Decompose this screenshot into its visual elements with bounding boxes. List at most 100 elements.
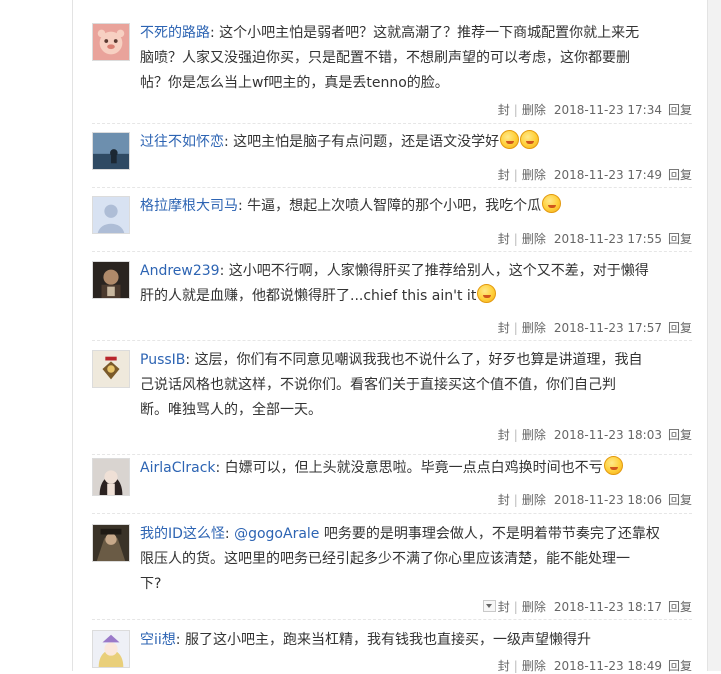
block-link[interactable]: 封 bbox=[498, 598, 510, 615]
reply-list: 不死的路路: 这个小吧主怕是弱者吧？这就高潮了？推荐一下商城配置你就上来无 脑喷… bbox=[72, 0, 708, 674]
delete-link[interactable]: 删除 bbox=[522, 319, 546, 336]
divider: | bbox=[513, 232, 518, 246]
delete-link[interactable]: 删除 bbox=[522, 657, 546, 674]
block-link[interactable]: 封 bbox=[498, 491, 510, 508]
list-item: 格拉摩根大司马: 牛逼，想起上次喷人智障的那个小吧，我吃个瓜 封 | 删除 2018-… bbox=[92, 194, 692, 252]
laugh-emoji-icon bbox=[500, 130, 520, 149]
colon: : bbox=[238, 198, 243, 214]
reply-meta: 封 | 删除 2018-11-23 17:49 回复 bbox=[498, 166, 692, 183]
delete-link[interactable]: 删除 bbox=[522, 426, 546, 443]
timestamp: 2018-11-23 17:57 bbox=[553, 321, 662, 335]
grin-emoji-icon bbox=[477, 284, 497, 303]
reply-text: 限压人的货。这吧里的吧务已经引起多少不满了你心里应该清楚，能不能处理一 bbox=[140, 551, 630, 567]
username-link[interactable]: 空ii想 bbox=[140, 632, 176, 648]
reply-meta: 封 | 删除 2018-11-23 18:17 回复 bbox=[482, 598, 692, 615]
reply-text: 这层，你们有不同意见嘲讽我我也不说什么了，好歹也算是讲道理，我自 bbox=[194, 352, 643, 368]
list-item: 过往不如怀恋: 这吧主怕是脑子有点问题，还是语文没学好 封 | 删除 2018-11-… bbox=[92, 130, 692, 188]
avatar[interactable] bbox=[92, 196, 130, 234]
reply-content: PussIB: 这层，你们有不同意见嘲讽我我也不说什么了，好歹也算是讲道理，我自… bbox=[140, 348, 692, 423]
reply-text: 下? bbox=[140, 576, 162, 592]
reply-text: 己说话风格也就这样，不说你们。看客们关于直接买这个值不值，你们自己判 bbox=[140, 377, 616, 393]
chevron-down-icon[interactable] bbox=[482, 600, 496, 612]
reply-text: 脑喷？人家又没强迫你买，只是配置不错，不想刷声望的可以考虑，这你都要删 bbox=[140, 50, 630, 66]
avatar[interactable] bbox=[92, 350, 130, 388]
reply-content: 我的ID这么怪: @gogoArale 吧务要的是明事理会做人，不是明着带节奏完… bbox=[140, 522, 692, 597]
divider: | bbox=[513, 321, 518, 335]
colon: : bbox=[210, 25, 215, 41]
list-item: Andrew239: 这小吧不行啊，人家懒得肝买了推荐给别人，这个又不差，对于懒… bbox=[92, 261, 692, 341]
divider: | bbox=[513, 168, 518, 182]
username-link[interactable]: 过往不如怀恋 bbox=[140, 134, 224, 150]
colon: : bbox=[224, 134, 229, 150]
timestamp: 2018-11-23 17:34 bbox=[553, 103, 662, 117]
reply-button[interactable]: 回复 bbox=[668, 230, 692, 247]
reply-text: 牛逼，想起上次喷人智障的那个小吧，我吃个瓜 bbox=[247, 198, 542, 214]
list-item: AirlaClrack: 白嫖可以，但上头就没意思啦。毕竟一点点白鸡换时间也不亏… bbox=[92, 456, 692, 514]
delete-link[interactable]: 删除 bbox=[522, 166, 546, 183]
username-link[interactable]: 格拉摩根大司马 bbox=[140, 198, 238, 214]
divider: | bbox=[513, 428, 518, 442]
list-item: 我的ID这么怪: @gogoArale 吧务要的是明事理会做人，不是明着带节奏完… bbox=[92, 524, 692, 620]
username-link[interactable]: PussIB bbox=[140, 352, 185, 368]
reply-meta: 封 | 删除 2018-11-23 17:55 回复 bbox=[498, 230, 692, 247]
reply-text: 断。唯独骂人的，全部一天。 bbox=[140, 402, 322, 418]
reply-content: 不死的路路: 这个小吧主怕是弱者吧？这就高潮了？推荐一下商城配置你就上来无 脑喷… bbox=[140, 21, 692, 96]
reply-button[interactable]: 回复 bbox=[668, 319, 692, 336]
reply-meta: 封 | 删除 2018-11-23 18:03 回复 bbox=[498, 426, 692, 443]
reply-button[interactable]: 回复 bbox=[668, 598, 692, 615]
reply-content: AirlaClrack: 白嫖可以，但上头就没意思啦。毕竟一点点白鸡换时间也不亏 bbox=[140, 456, 692, 481]
timestamp: 2018-11-23 18:06 bbox=[553, 493, 662, 507]
avatar[interactable] bbox=[92, 630, 130, 668]
avatar[interactable] bbox=[92, 261, 130, 299]
reply-button[interactable]: 回复 bbox=[668, 426, 692, 443]
block-link[interactable]: 封 bbox=[498, 101, 510, 118]
reply-text: 这吧主怕是脑子有点问题，还是语文没学好 bbox=[233, 134, 500, 150]
laugh-emoji-icon bbox=[520, 130, 540, 149]
list-item: 空ii想: 服了这小吧主，跑来当杠精，我有钱我也直接买，一级声望懒得升 封 | 删除… bbox=[92, 628, 692, 674]
laugh-emoji-icon bbox=[542, 194, 562, 213]
reply-text: 这个小吧主怕是弱者吧？这就高潮了？推荐一下商城配置你就上来无 bbox=[219, 25, 640, 41]
timestamp: 2018-11-23 18:17 bbox=[553, 600, 662, 614]
reply-button[interactable]: 回复 bbox=[668, 491, 692, 508]
mention-link[interactable]: @gogoArale bbox=[234, 526, 319, 542]
timestamp: 2018-11-23 18:03 bbox=[553, 428, 662, 442]
reply-button[interactable]: 回复 bbox=[668, 101, 692, 118]
divider: | bbox=[513, 493, 518, 507]
reply-button[interactable]: 回复 bbox=[668, 657, 692, 674]
tongue-emoji-icon bbox=[603, 456, 623, 475]
block-link[interactable]: 封 bbox=[498, 166, 510, 183]
reply-content: Andrew239: 这小吧不行啊，人家懒得肝买了推荐给别人，这个又不差，对于懒… bbox=[140, 259, 692, 309]
colon: : bbox=[224, 526, 230, 542]
reply-meta: 封 | 删除 2018-11-23 17:34 回复 bbox=[498, 101, 692, 118]
username-link[interactable]: 我的ID这么怪 bbox=[140, 526, 225, 542]
reply-text: 白嫖可以，但上头就没意思啦。毕竟一点点白鸡换时间也不亏 bbox=[224, 460, 603, 476]
avatar[interactable] bbox=[92, 458, 130, 496]
block-link[interactable]: 封 bbox=[498, 230, 510, 247]
reply-button[interactable]: 回复 bbox=[668, 166, 692, 183]
reply-content: 空ii想: 服了这小吧主，跑来当杠精，我有钱我也直接买，一级声望懒得升 bbox=[140, 628, 692, 653]
reply-text: 服了这小吧主，跑来当杠精，我有钱我也直接买，一级声望懒得升 bbox=[184, 632, 591, 648]
delete-link[interactable]: 删除 bbox=[522, 101, 546, 118]
avatar[interactable] bbox=[92, 132, 130, 170]
timestamp: 2018-11-23 17:55 bbox=[553, 232, 662, 246]
block-link[interactable]: 封 bbox=[498, 319, 510, 336]
reply-meta: 封 | 删除 2018-11-23 18:49 回复 bbox=[498, 657, 692, 674]
page: 不死的路路: 这个小吧主怕是弱者吧？这就高潮了？推荐一下商城配置你就上来无 脑喷… bbox=[0, 0, 721, 674]
delete-link[interactable]: 删除 bbox=[522, 598, 546, 615]
divider: | bbox=[513, 600, 518, 614]
delete-link[interactable]: 删除 bbox=[522, 230, 546, 247]
reply-meta: 封 | 删除 2018-11-23 17:57 回复 bbox=[498, 319, 692, 336]
block-link[interactable]: 封 bbox=[498, 426, 510, 443]
list-item: PussIB: 这层，你们有不同意见嘲讽我我也不说什么了，好歹也算是讲道理，我自… bbox=[92, 350, 692, 455]
avatar[interactable] bbox=[92, 524, 130, 562]
colon: : bbox=[175, 632, 181, 648]
username-link[interactable]: 不死的路路 bbox=[140, 25, 210, 41]
username-link[interactable]: AirlaClrack bbox=[140, 460, 216, 476]
delete-link[interactable]: 删除 bbox=[522, 491, 546, 508]
avatar[interactable] bbox=[92, 23, 130, 61]
reply-meta: 封 | 删除 2018-11-23 18:06 回复 bbox=[498, 491, 692, 508]
block-link[interactable]: 封 bbox=[498, 657, 510, 674]
colon: : bbox=[215, 460, 221, 476]
reply-content: 过往不如怀恋: 这吧主怕是脑子有点问题，还是语文没学好 bbox=[140, 130, 692, 155]
username-link[interactable]: Andrew239 bbox=[140, 263, 220, 279]
